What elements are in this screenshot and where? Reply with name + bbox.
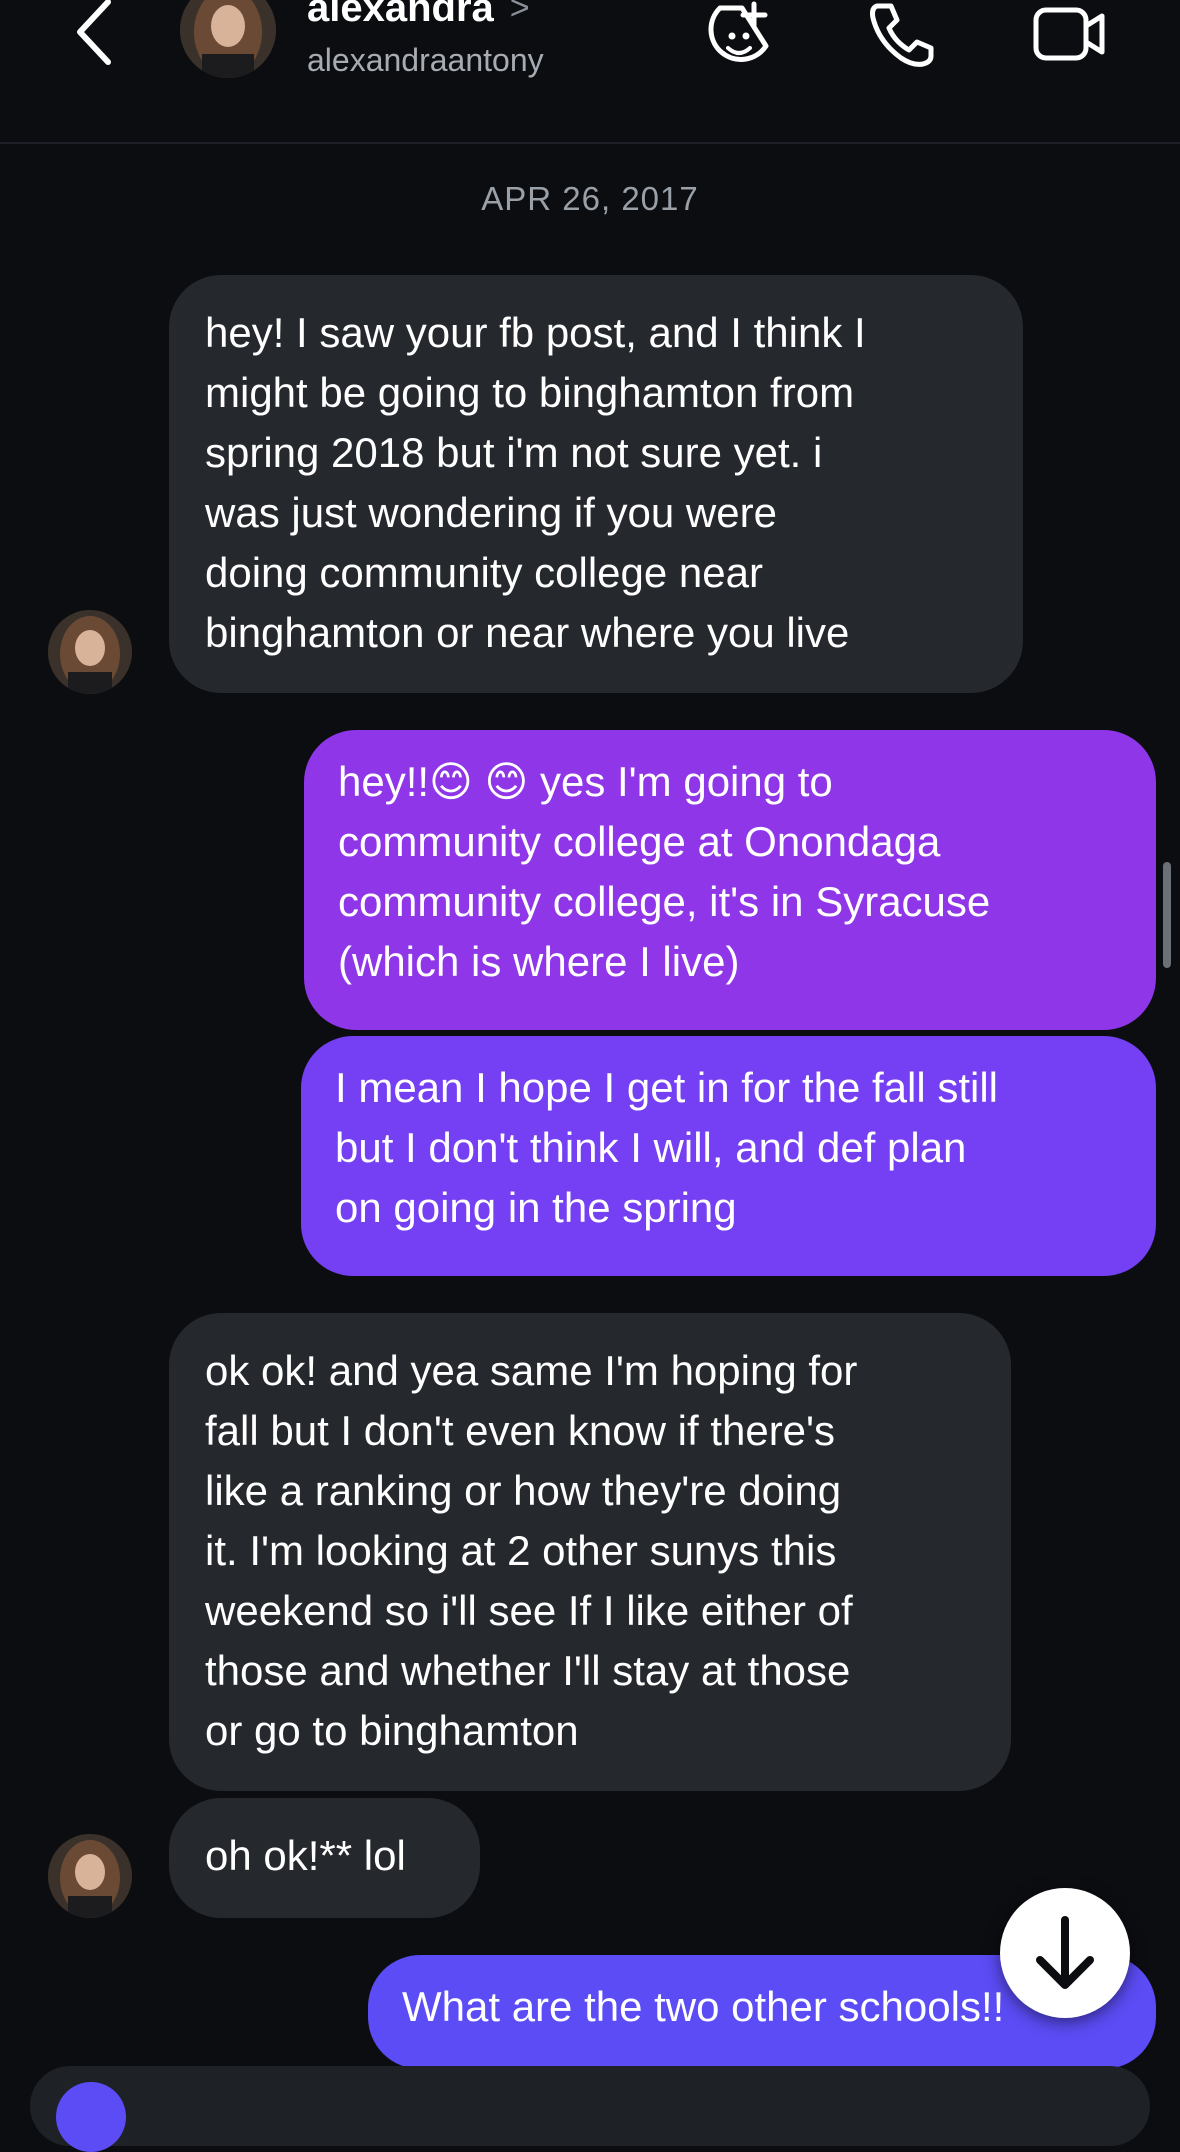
sender-avatar[interactable] bbox=[48, 1834, 132, 1918]
chevron-left-icon bbox=[77, 0, 111, 65]
message-bubble-outgoing[interactable]: hey!!😊 😊 yes I'm going to community coll… bbox=[304, 730, 1156, 1030]
sticker-add-icon bbox=[708, 1, 769, 62]
chevron-right-icon: > bbox=[509, 0, 530, 27]
date-separator: APR 26, 2017 bbox=[481, 180, 699, 217]
contact-name[interactable]: alexandra bbox=[307, 0, 494, 30]
sticker-button[interactable] bbox=[700, 0, 780, 70]
sender-avatar[interactable] bbox=[48, 610, 132, 694]
back-button[interactable] bbox=[70, 0, 120, 70]
message-composer[interactable] bbox=[30, 2066, 1150, 2152]
message-text: ok ok! and yea same I'm hoping for fall … bbox=[205, 1347, 858, 1754]
profile-photo bbox=[180, 0, 276, 78]
message-text: hey! I saw your fb post, and I think I m… bbox=[205, 309, 866, 656]
video-call-button[interactable] bbox=[1030, 0, 1110, 70]
scrollbar-thumb[interactable] bbox=[1163, 862, 1171, 968]
chat-header: alexandra > alexandraantony bbox=[0, 0, 1180, 144]
contact-name-row[interactable]: alexandra > bbox=[307, 0, 530, 30]
message-text: What are the two other schools!! bbox=[402, 1983, 1005, 2030]
contact-avatar[interactable] bbox=[180, 0, 276, 78]
profile-photo bbox=[48, 1834, 132, 1918]
profile-photo bbox=[48, 610, 132, 694]
message-bubble-incoming[interactable]: oh ok!** lol bbox=[169, 1798, 480, 1918]
message-text: hey!!😊 😊 yes I'm going to community coll… bbox=[338, 758, 991, 985]
contact-username: alexandraantony bbox=[307, 42, 544, 78]
message-bubble-outgoing[interactable]: I mean I hope I get in for the fall stil… bbox=[301, 1036, 1156, 1276]
message-bubble-incoming[interactable]: ok ok! and yea same I'm hoping for fall … bbox=[169, 1313, 1011, 1791]
message-bubble-incoming[interactable]: hey! I saw your fb post, and I think I m… bbox=[169, 275, 1023, 693]
camera-button[interactable] bbox=[56, 2082, 126, 2152]
phone-icon bbox=[870, 3, 934, 67]
message-text: I mean I hope I get in for the fall stil… bbox=[335, 1064, 999, 1231]
message-text: oh ok!** lol bbox=[205, 1832, 406, 1879]
call-button[interactable] bbox=[865, 0, 945, 70]
scroll-to-bottom-button[interactable] bbox=[1000, 1888, 1130, 2018]
video-camera-icon bbox=[1033, 7, 1105, 61]
arrow-down-icon bbox=[1036, 1916, 1094, 1989]
